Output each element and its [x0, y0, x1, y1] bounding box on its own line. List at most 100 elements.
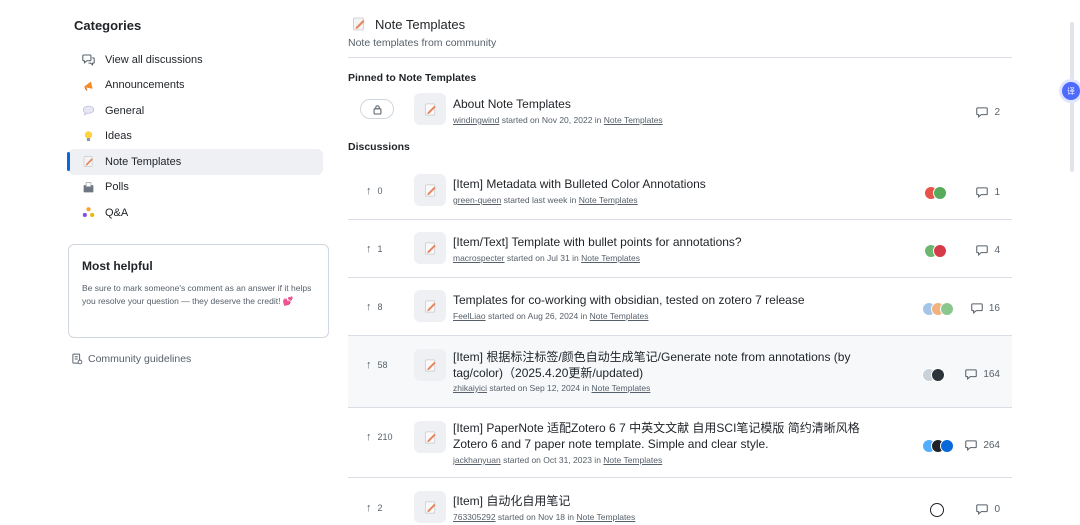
participant-avatars [930, 502, 944, 518]
author-link[interactable]: FeelLiao [453, 311, 486, 321]
speech-bubble-icon [81, 104, 95, 118]
comment-count[interactable]: 4 [976, 244, 1000, 256]
category-label: Q&A [105, 206, 129, 219]
author-link[interactable]: green-queen [453, 195, 501, 205]
category-link[interactable]: Note Templates [603, 455, 662, 465]
category-label: Ideas [105, 130, 132, 143]
category-link[interactable]: Note Templates [579, 195, 638, 205]
discussions-heading: Discussions [348, 141, 410, 153]
discussion-row[interactable]: ↑ 8 Templates for co-working with obsidi… [348, 278, 1012, 336]
vote-count: 0 [377, 186, 383, 196]
category-view-all[interactable]: View all discussions [68, 47, 323, 73]
discussion-meta: windingwind started on Nov 20, 2022 in N… [453, 115, 663, 125]
comment-count[interactable]: 1 [976, 186, 1000, 198]
discussion-row[interactable]: ↑ 0 [Item] Metadata with Bulleted Color … [348, 162, 1012, 220]
upvote-button[interactable]: ↑ 1 [366, 243, 383, 255]
discussion-title[interactable]: [Item/Text] Template with bullet points … [453, 234, 742, 250]
discussion-title[interactable]: About Note Templates [453, 96, 571, 112]
vote-count: 58 [377, 360, 388, 370]
guidelines-label: Community guidelines [88, 353, 192, 365]
comment-icon [976, 107, 989, 118]
discussion-meta: 763305292 started on Nov 18 in Note Temp… [453, 512, 635, 522]
category-polls[interactable]: Polls [68, 175, 323, 201]
category-label: Announcements [105, 79, 185, 92]
vote-count: 8 [377, 302, 383, 312]
avatar[interactable] [931, 368, 945, 382]
arrow-up-icon: ↑ [366, 502, 372, 514]
discussion-title[interactable]: [Item] 自动化自用笔记 [453, 493, 570, 509]
author-link[interactable]: jackhanyuan [453, 455, 501, 465]
arrow-up-icon: ↑ [366, 359, 372, 371]
comment-count[interactable]: 2 [976, 106, 1000, 118]
translate-icon: 译 [1067, 86, 1075, 96]
memo-icon [414, 349, 446, 381]
discussion-row[interactable]: ↑ 58 [Item] 根据标注标签/颜色自动生成笔记/Generate not… [348, 336, 1012, 408]
upvote-button[interactable]: ↑ 58 [366, 359, 388, 371]
discussion-row[interactable]: ↑ 210 [Item] PaperNote 适配Zotero 6 7 中英文文… [348, 408, 1012, 478]
community-guidelines-link[interactable]: Community guidelines [71, 353, 191, 365]
category-label: Note Templates [105, 155, 182, 168]
category-note-templates[interactable]: Note Templates [67, 149, 323, 175]
discussion-title[interactable]: Templates for co-working with obsidian, … [453, 292, 805, 308]
discussion-row[interactable]: ↑ 2 [Item] 自动化自用笔记 763305292 started on … [348, 478, 1012, 525]
comment-count[interactable]: 16 [971, 302, 1000, 314]
started-text: started on Sep 12, 2024 in [489, 383, 590, 393]
arrow-up-icon: ↑ [366, 301, 372, 313]
page-title: Note Templates [375, 16, 466, 32]
avatar[interactable] [940, 439, 954, 453]
participant-avatars [922, 301, 954, 317]
comment-count[interactable]: 164 [965, 368, 1000, 380]
participant-avatars [924, 185, 947, 201]
upvote-button[interactable]: ↑ 8 [366, 301, 383, 313]
comment-count[interactable]: 264 [965, 439, 1000, 451]
people-icon [81, 206, 95, 220]
pinned-discussion-row[interactable]: About Note Templates windingwind started… [348, 88, 1012, 132]
discussion-title[interactable]: [Item] Metadata with Bulleted Color Anno… [453, 176, 706, 192]
comment-icon [976, 504, 989, 515]
memo-icon [81, 155, 95, 169]
avatar[interactable] [933, 186, 947, 200]
upvote-button[interactable]: ↑ 210 [366, 431, 393, 443]
category-link[interactable]: Note Templates [590, 311, 649, 321]
category-link[interactable]: Note Templates [604, 115, 663, 125]
avatar[interactable] [940, 302, 954, 316]
started-text: started on Nov 18 in [497, 512, 574, 522]
memo-icon [414, 232, 446, 264]
memo-icon [414, 491, 446, 523]
author-link[interactable]: macrospecter [453, 253, 505, 263]
avatar[interactable] [930, 503, 944, 517]
discussion-meta: FeelLiao started on Aug 26, 2024 in Note… [453, 311, 649, 321]
translate-float-button[interactable]: 译 [1062, 82, 1080, 100]
comment-count-value: 264 [983, 439, 1000, 451]
upvote-button[interactable]: ↑ 0 [366, 185, 383, 197]
started-text: started on Aug 26, 2024 in [487, 311, 588, 321]
comment-icon [965, 440, 978, 451]
started-text: started on Nov 20, 2022 in [501, 115, 602, 125]
arrow-up-icon: ↑ [366, 431, 372, 443]
category-ideas[interactable]: Ideas [68, 124, 323, 150]
most-helpful-title: Most helpful [82, 259, 153, 273]
category-link[interactable]: Note Templates [576, 512, 635, 522]
page-header: Note Templates [351, 16, 465, 32]
category-link[interactable]: Note Templates [581, 253, 640, 263]
category-label: Polls [105, 181, 129, 194]
memo-icon [351, 16, 367, 32]
category-general[interactable]: General [68, 98, 323, 124]
page-subtitle: Note templates from community [348, 37, 497, 49]
author-link[interactable]: zhikaiyici [453, 383, 487, 393]
author-link[interactable]: 763305292 [453, 512, 496, 522]
discussion-title[interactable]: [Item] 根据标注标签/颜色自动生成笔记/Generate note fro… [453, 349, 893, 381]
category-qa[interactable]: Q&A [68, 200, 323, 226]
upvote-button[interactable]: ↑ 2 [366, 502, 383, 514]
arrow-up-icon: ↑ [366, 185, 372, 197]
category-link[interactable]: Note Templates [591, 383, 650, 393]
discussion-row[interactable]: ↑ 1 [Item/Text] Template with bullet poi… [348, 220, 1012, 278]
category-announcements[interactable]: Announcements [68, 73, 323, 99]
comment-icon [971, 303, 983, 314]
avatar[interactable] [933, 244, 947, 258]
discussion-title[interactable]: [Item] PaperNote 适配Zotero 6 7 中英文文献 自用SC… [453, 420, 893, 452]
author-link[interactable]: windingwind [453, 115, 499, 125]
memo-icon [414, 421, 446, 453]
participant-avatars [922, 367, 945, 383]
comment-count[interactable]: 0 [976, 503, 1000, 515]
